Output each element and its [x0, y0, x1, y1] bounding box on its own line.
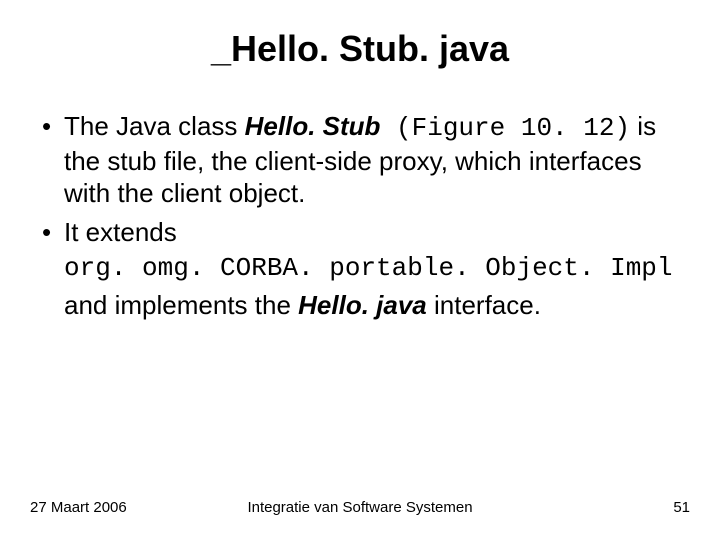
- b1-class-name: Hello. Stub: [245, 111, 381, 141]
- b2-post: interface.: [427, 290, 541, 320]
- bullet-list: The Java class Hello. Stub (Figure 10. 1…: [30, 110, 690, 321]
- b1-figure: (Figure 10. 12): [380, 113, 630, 143]
- footer-center: Integratie van Software Systemen: [30, 499, 690, 516]
- footer: 27 Maart 2006 Integratie van Software Sy…: [30, 499, 690, 516]
- slide: _Hello. Stub. java The Java class Hello.…: [0, 0, 720, 540]
- b2-iface: Hello. java: [298, 290, 427, 320]
- b2-pre: It extends: [64, 217, 177, 247]
- b2-mid: and implements the: [64, 290, 298, 320]
- b2-code: org. omg. CORBA. portable. Object. Impl: [64, 252, 690, 285]
- bullet-1: The Java class Hello. Stub (Figure 10. 1…: [42, 110, 690, 210]
- b2-tail: and implements the Hello. java interface…: [64, 289, 690, 322]
- bullet-2: It extends org. omg. CORBA. portable. Ob…: [42, 216, 690, 322]
- b1-pre: The Java class: [64, 111, 245, 141]
- slide-title: _Hello. Stub. java: [30, 28, 690, 70]
